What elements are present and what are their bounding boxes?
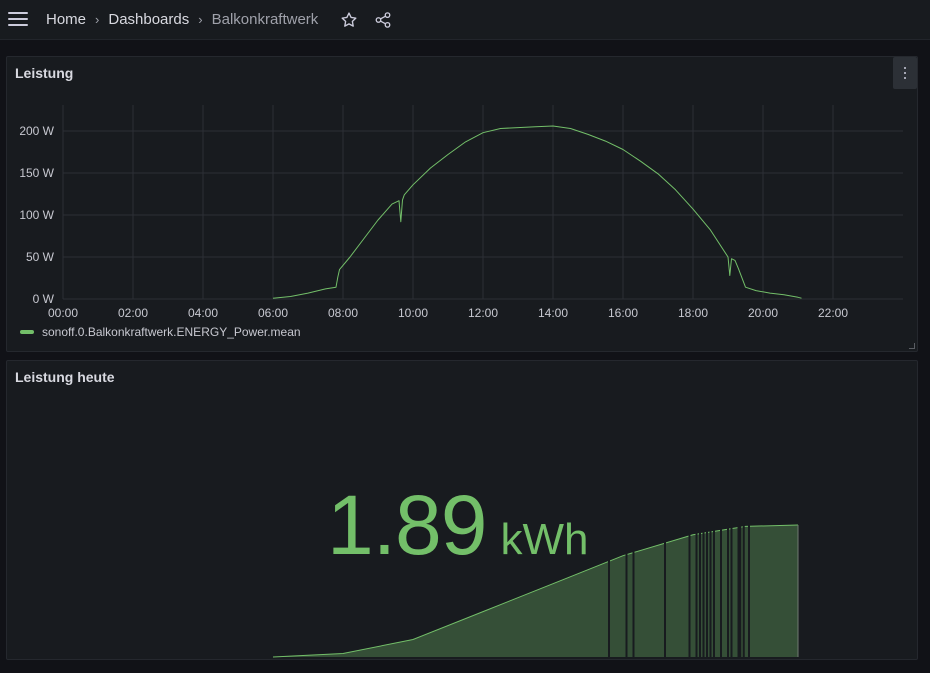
x-tick-label: 00:00 bbox=[48, 306, 78, 320]
breadcrumb: Home › Dashboards › Balkonkraftwerk bbox=[46, 11, 318, 28]
x-tick-label: 20:00 bbox=[748, 306, 778, 320]
star-icon[interactable] bbox=[340, 11, 358, 29]
y-tick-label: 0 W bbox=[33, 292, 55, 306]
y-tick-label: 150 W bbox=[19, 166, 54, 180]
share-icon[interactable] bbox=[374, 11, 392, 29]
menu-icon[interactable] bbox=[8, 12, 28, 28]
x-tick-label: 10:00 bbox=[398, 306, 428, 320]
breadcrumb-dashboards[interactable]: Dashboards bbox=[108, 11, 189, 28]
legend-item[interactable]: sonoff.0.Balkonkraftwerk.ENERGY_Power.me… bbox=[20, 325, 301, 339]
breadcrumb-separator: › bbox=[198, 12, 203, 27]
breadcrumb-separator: › bbox=[95, 12, 100, 27]
breadcrumb-current-dashboard: Balkonkraftwerk bbox=[211, 11, 319, 28]
x-tick-label: 04:00 bbox=[188, 306, 218, 320]
x-tick-label: 22:00 bbox=[818, 306, 848, 320]
resize-handle[interactable] bbox=[909, 343, 915, 349]
power-panel: Leistung 00:00 02:00 04:00 06:00 08:00 10:00 1… bbox=[6, 56, 918, 352]
legend-swatch bbox=[20, 330, 34, 334]
x-tick-label: 16:00 bbox=[608, 306, 638, 320]
y-tick-label: 100 W bbox=[19, 208, 54, 222]
power-chart: 00:00 02:00 04:00 06:00 08:00 10:00 12:00 14:00… bbox=[19, 105, 903, 320]
y-tick-label: 200 W bbox=[19, 124, 54, 138]
y-tick-label: 50 W bbox=[26, 250, 55, 264]
x-tick-label: 14:00 bbox=[538, 306, 568, 320]
x-tick-label: 12:00 bbox=[468, 306, 498, 320]
legend-label: sonoff.0.Balkonkraftwerk.ENERGY_Power.me… bbox=[42, 325, 301, 339]
stat-number: 1.89 bbox=[327, 478, 487, 572]
series-line bbox=[272, 125, 802, 299]
stat-unit: kWh bbox=[500, 515, 589, 564]
x-tick-label: 06:00 bbox=[258, 306, 288, 320]
x-tick-label: 02:00 bbox=[118, 306, 148, 320]
breadcrumb-home[interactable]: Home bbox=[46, 11, 86, 28]
x-tick-label: 08:00 bbox=[328, 306, 358, 320]
stat-value: 1.89 kWh bbox=[327, 477, 589, 574]
energy-today-panel: Leistung heute 1.89 kWh bbox=[6, 360, 918, 660]
x-tick-label: 18:00 bbox=[678, 306, 708, 320]
top-navbar: Home › Dashboards › Balkonkraftwerk bbox=[0, 0, 930, 40]
